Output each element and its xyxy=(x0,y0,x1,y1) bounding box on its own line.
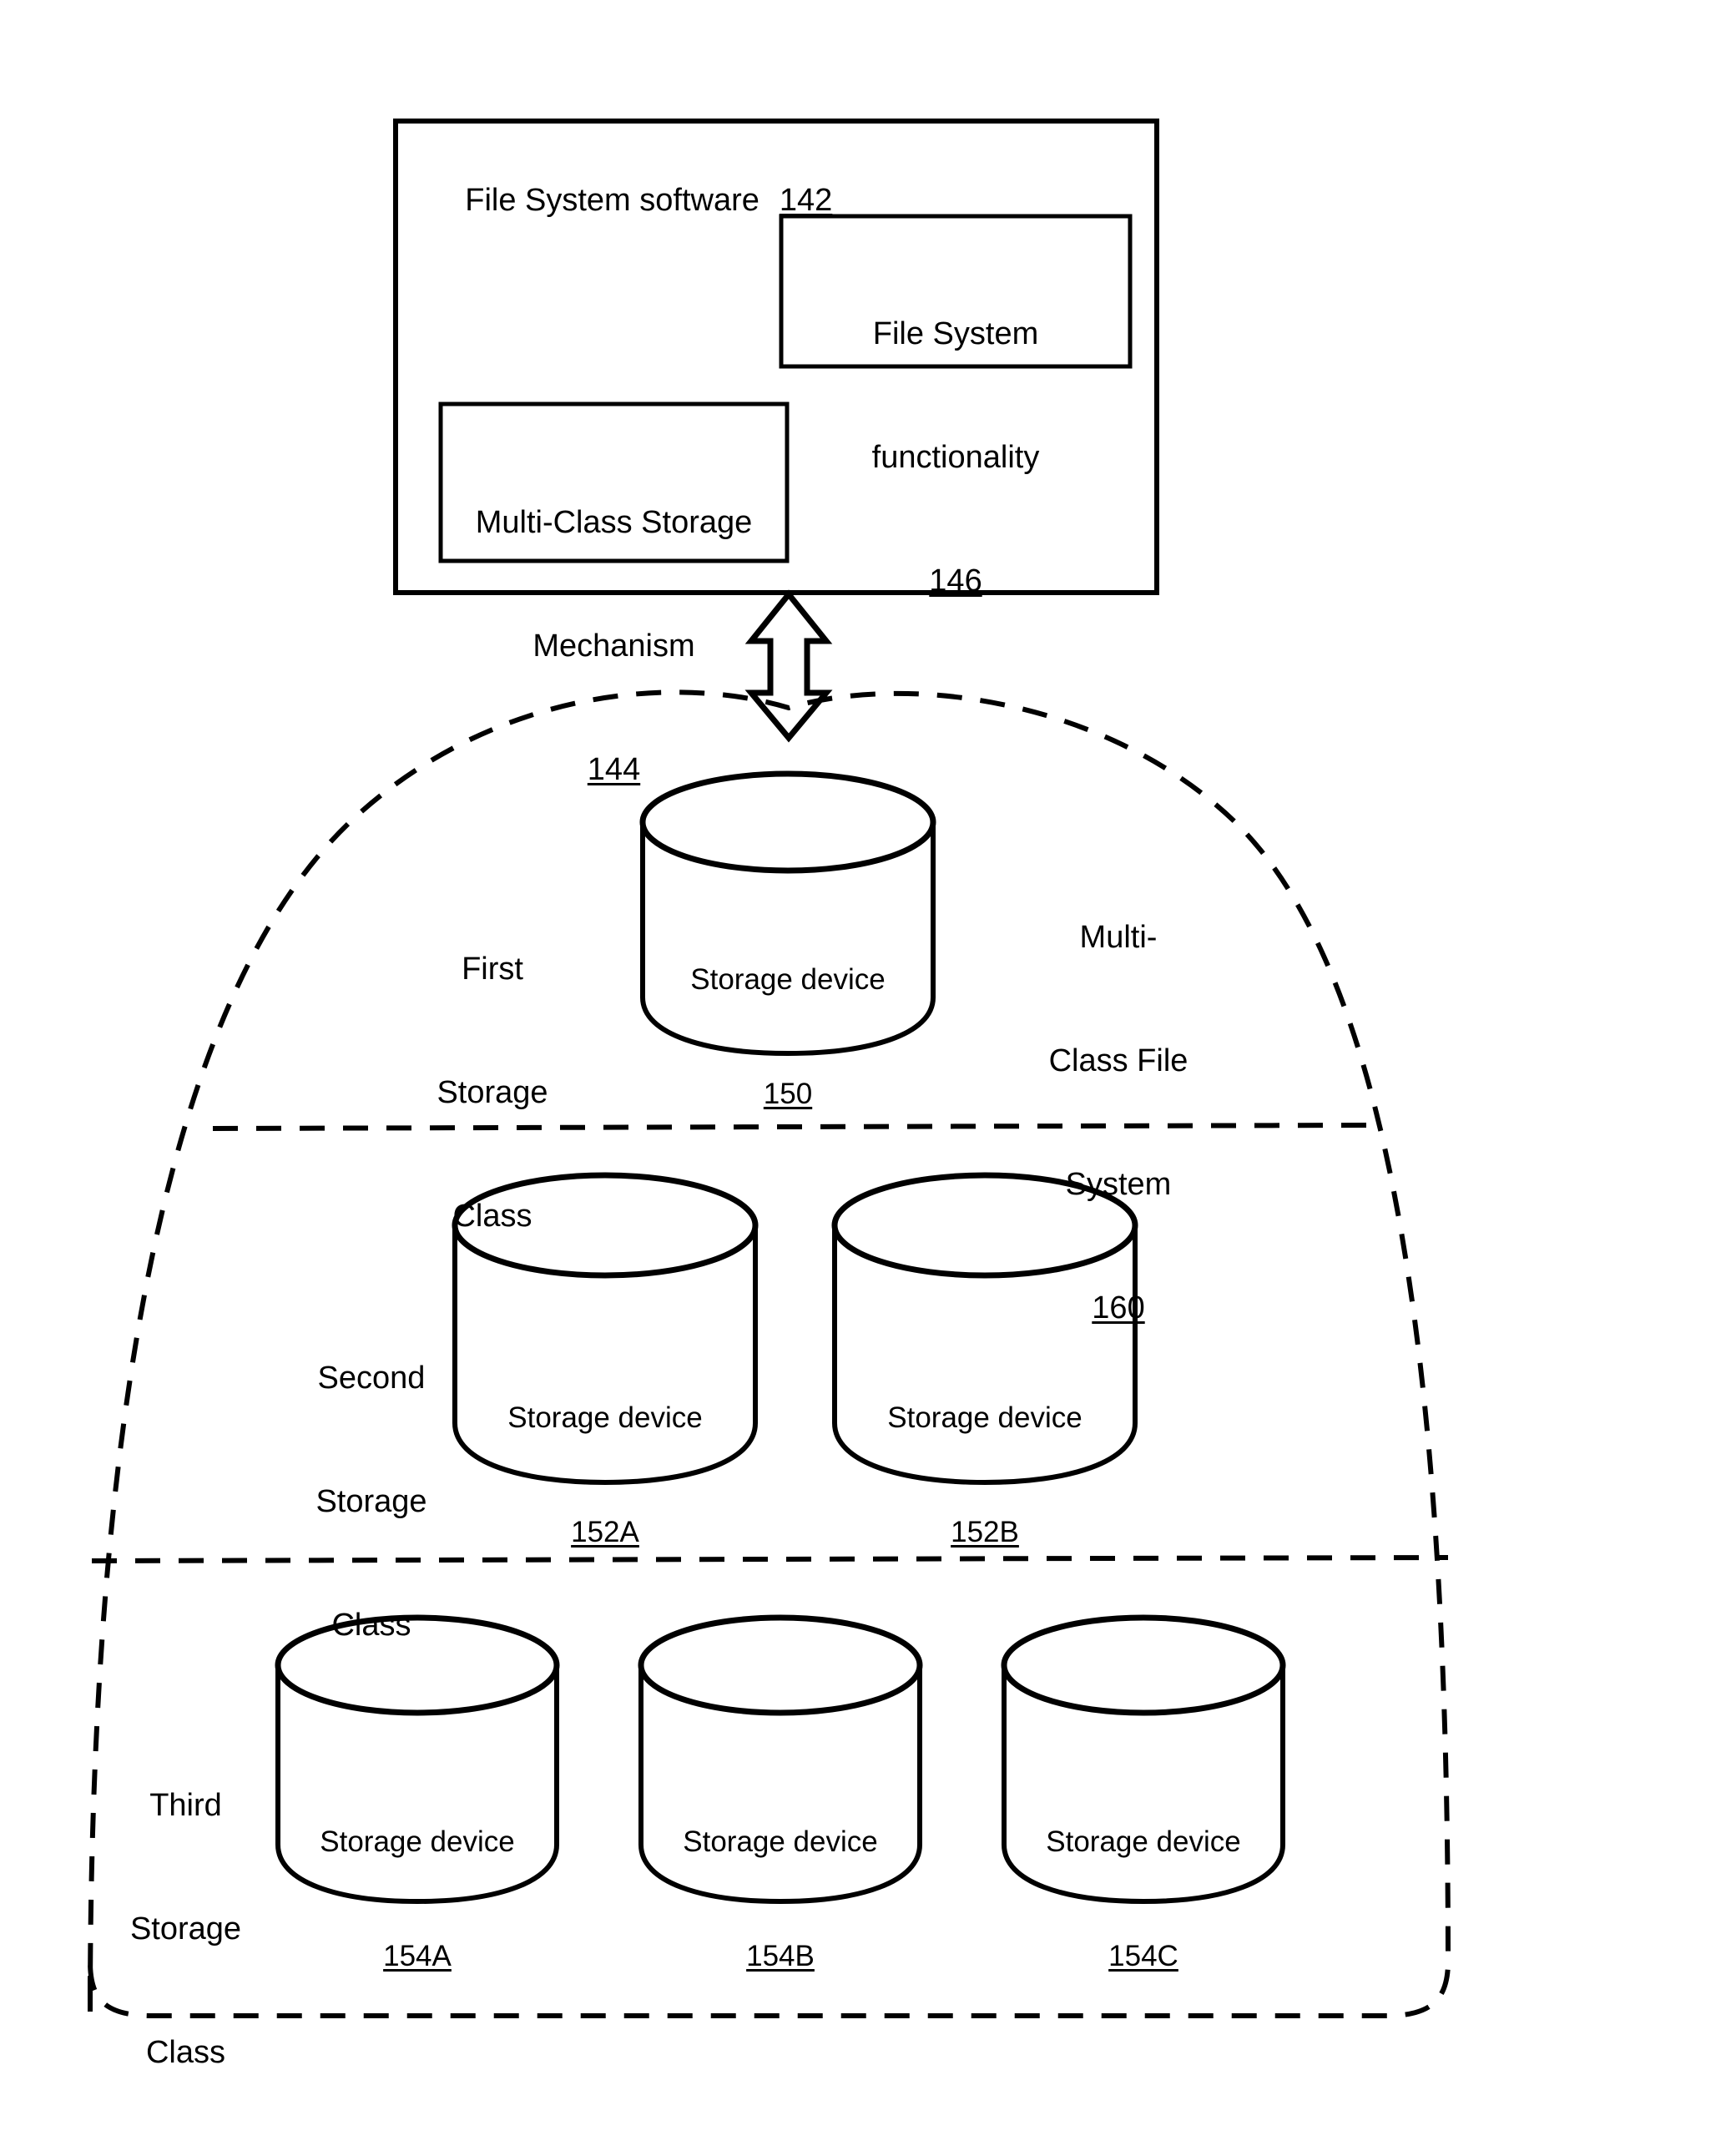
file-system-software-title: File System software 142 xyxy=(430,139,832,263)
file-system-functionality-line1: File System xyxy=(872,316,1039,351)
storage-device-154C-ref: 154C xyxy=(1108,1939,1178,1972)
second-storage-class-line1: Second xyxy=(317,1360,426,1396)
multi-class-storage-mechanism-line1: Multi-Class Storage xyxy=(475,504,753,540)
patent-figure: File System software 142 File System func… xyxy=(0,0,1736,2124)
file-system-functionality-label: File System functionality 146 xyxy=(781,231,1130,684)
storage-device-154C-name: Storage device xyxy=(1046,1825,1241,1858)
multi-class-file-system-line3: System xyxy=(1065,1167,1172,1203)
first-storage-class-line1: First xyxy=(462,951,523,987)
file-system-software-ref: 142 xyxy=(779,183,833,219)
first-storage-class-line3: Class xyxy=(452,1199,532,1235)
second-storage-class-label: Second Storage Class xyxy=(280,1275,463,1729)
file-system-software-title-text: File System software xyxy=(465,183,760,219)
third-storage-class-line1: Third xyxy=(149,1787,222,1823)
second-storage-class-line3: Class xyxy=(331,1608,411,1644)
file-system-functionality-line2: functionality xyxy=(871,439,1040,475)
multi-class-storage-mechanism-line2: Mechanism xyxy=(532,628,695,664)
storage-device-150-name: Storage device xyxy=(690,963,886,996)
storage-device-154B-label: Storage device 154B xyxy=(630,1747,931,2051)
first-storage-class-line2: Storage xyxy=(437,1074,548,1110)
multi-class-storage-mechanism-ref: 144 xyxy=(587,752,641,788)
storage-device-152B-ref: 152B xyxy=(951,1515,1019,1548)
storage-device-154A-ref: 154A xyxy=(383,1939,452,1972)
storage-device-154C-label: Storage device 154C xyxy=(993,1747,1294,2051)
storage-device-152A-name: Storage device xyxy=(507,1401,703,1434)
storage-device-154A-label: Storage device 154A xyxy=(267,1747,568,2051)
multi-class-storage-mechanism-label: Multi-Class Storage Mechanism 144 xyxy=(441,420,787,873)
storage-device-152A-ref: 152A xyxy=(571,1515,639,1548)
third-storage-class-line3: Class xyxy=(145,2035,226,2071)
multi-class-file-system-line2: Class File xyxy=(1048,1043,1188,1078)
storage-device-150-ref: 150 xyxy=(763,1077,813,1110)
storage-device-154B-name: Storage device xyxy=(683,1825,878,1858)
storage-device-150-label: Storage device 150 xyxy=(643,885,933,1189)
storage-device-152B-name: Storage device xyxy=(887,1401,1082,1434)
storage-device-154B-ref: 154B xyxy=(746,1939,815,1972)
third-storage-class-label: Third Storage Class xyxy=(108,1703,263,2156)
storage-device-154A-name: Storage device xyxy=(320,1825,515,1858)
second-storage-class-line2: Storage xyxy=(315,1483,427,1519)
third-storage-class-line2: Storage xyxy=(129,1911,242,1946)
first-storage-class-label: First Storage Class xyxy=(401,866,584,1320)
storage-device-152A-label: Storage device 152A xyxy=(455,1323,755,1627)
file-system-functionality-ref: 146 xyxy=(929,563,982,599)
multi-class-file-system-line1: Multi- xyxy=(1079,919,1158,955)
storage-device-152B-label: Storage device 152B xyxy=(835,1323,1135,1627)
